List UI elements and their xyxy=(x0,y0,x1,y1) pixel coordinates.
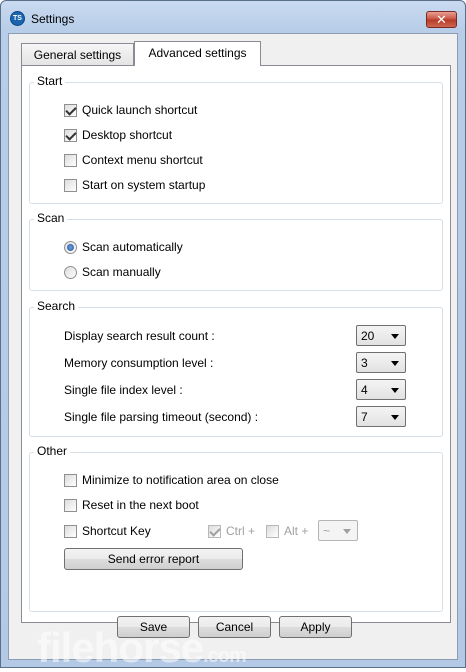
scan-group-title: Scan xyxy=(34,211,68,225)
advanced-settings-panel: Start Quick launch shortcut Desktop shor… xyxy=(21,65,451,623)
scan-group: Scan Scan automatically Scan manually xyxy=(29,211,443,291)
memory-level-select[interactable]: 3 xyxy=(356,352,406,373)
reset-label: Reset in the next boot xyxy=(82,498,199,512)
tab-general-settings[interactable]: General settings xyxy=(21,43,134,65)
result-count-label: Display search result count : xyxy=(64,329,215,343)
reset-checkbox[interactable] xyxy=(64,499,77,512)
other-group: Other Minimize to notification area on c… xyxy=(29,444,443,612)
apply-button[interactable]: Apply xyxy=(279,616,352,638)
index-level-value: 4 xyxy=(361,383,368,397)
app-icon: TS xyxy=(10,11,25,26)
parsing-timeout-select[interactable]: 7 xyxy=(356,406,406,427)
parsing-timeout-value: 7 xyxy=(361,410,368,424)
shortcut-key-checkbox[interactable] xyxy=(64,525,77,538)
alt-checkbox[interactable] xyxy=(266,525,279,538)
search-group: Search Display search result count : 20 … xyxy=(29,299,443,437)
context-menu-checkbox[interactable] xyxy=(64,154,77,167)
ctrl-label: Ctrl + xyxy=(226,524,256,538)
shortcut-key-value: ~ xyxy=(323,524,331,538)
window-title: Settings xyxy=(31,12,75,26)
scan-automatically-radio[interactable] xyxy=(64,241,77,254)
shortcut-key-label: Shortcut Key xyxy=(82,524,151,538)
watermark-suffix: .com xyxy=(203,645,247,667)
desktop-shortcut-checkbox[interactable] xyxy=(64,129,77,142)
result-count-value: 20 xyxy=(361,329,375,343)
dialog-body: General settings Advanced settings Start… xyxy=(8,33,458,671)
minimize-checkbox[interactable] xyxy=(64,474,77,487)
parsing-timeout-label: Single file parsing timeout (second) : xyxy=(64,410,259,424)
scan-manually-radio[interactable] xyxy=(64,266,77,279)
chevron-down-icon xyxy=(391,388,399,393)
other-group-title: Other xyxy=(34,444,71,458)
save-button[interactable]: Save xyxy=(117,616,190,638)
scan-manually-label: Scan manually xyxy=(82,265,161,279)
desktop-shortcut-label: Desktop shortcut xyxy=(82,128,173,142)
memory-level-value: 3 xyxy=(361,356,368,370)
context-menu-label: Context menu shortcut xyxy=(82,153,203,167)
index-level-label: Single file index level : xyxy=(64,383,183,397)
chevron-down-icon xyxy=(391,334,399,339)
minimize-label: Minimize to notification area on close xyxy=(82,473,279,487)
chevron-down-icon xyxy=(343,529,351,534)
chevron-down-icon xyxy=(391,361,399,366)
send-error-report-button[interactable]: Send error report xyxy=(64,548,243,570)
search-group-title: Search xyxy=(34,299,79,313)
chevron-down-icon xyxy=(391,415,399,420)
tab-advanced-settings[interactable]: Advanced settings xyxy=(134,41,261,66)
alt-label: Alt + xyxy=(284,524,309,538)
settings-window: TS Settings ✕ General settings Advanced … xyxy=(0,0,466,671)
shortcut-key-select[interactable]: ~ xyxy=(318,520,358,541)
result-count-select[interactable]: 20 xyxy=(356,325,406,346)
memory-level-label: Memory consumption level : xyxy=(64,356,214,370)
start-group: Start Quick launch shortcut Desktop shor… xyxy=(29,74,443,204)
cancel-button[interactable]: Cancel xyxy=(198,616,271,638)
start-group-title: Start xyxy=(34,74,66,88)
system-startup-checkbox[interactable] xyxy=(64,179,77,192)
system-startup-label: Start on system startup xyxy=(82,178,206,192)
title-bar[interactable]: TS Settings ✕ xyxy=(1,1,465,33)
close-button[interactable]: ✕ xyxy=(426,11,457,28)
index-level-select[interactable]: 4 xyxy=(356,379,406,400)
quick-launch-label: Quick launch shortcut xyxy=(82,103,198,117)
ctrl-checkbox[interactable] xyxy=(208,525,221,538)
scan-automatically-label: Scan automatically xyxy=(82,240,183,254)
quick-launch-checkbox[interactable] xyxy=(64,104,77,117)
